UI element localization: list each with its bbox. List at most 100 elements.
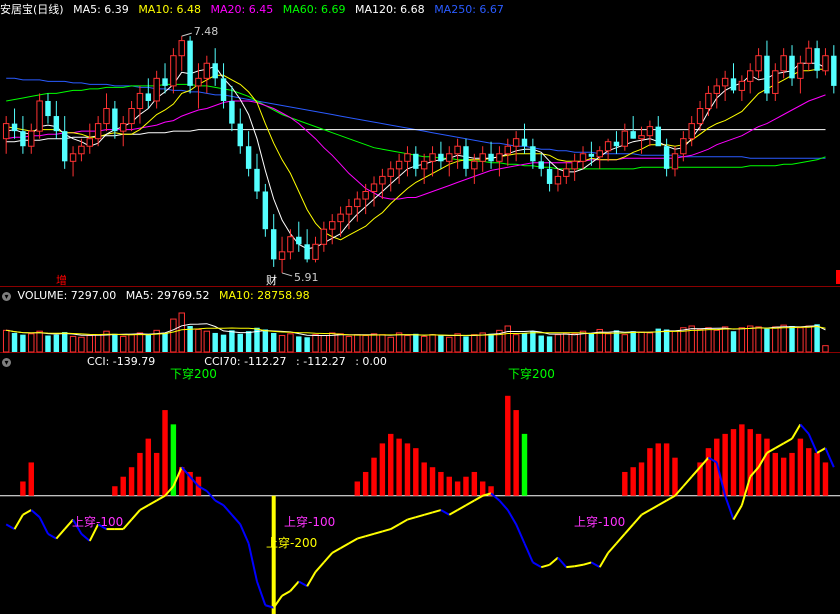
volume-bar-up — [120, 335, 127, 353]
volume-bar-down — [588, 332, 595, 352]
volume-bar-up — [370, 333, 378, 353]
volume-bar-up — [78, 336, 85, 353]
candle-body-up — [512, 138, 520, 147]
candle-body-up — [379, 175, 386, 185]
collapse-icon[interactable]: ▾ — [2, 291, 11, 301]
volume-bar-up — [387, 336, 394, 353]
cci-bar — [20, 481, 26, 496]
candle-body-up — [178, 40, 185, 57]
cci-annotation: 上穿-100 — [72, 514, 123, 529]
candle-body-up — [504, 145, 511, 155]
low-price-label: 5.91 — [294, 271, 319, 284]
candle-body-down — [229, 100, 235, 124]
candle-body-down — [45, 100, 51, 117]
candle-body-up — [86, 138, 93, 147]
candle-body-up — [420, 160, 428, 170]
cci-bar — [655, 443, 661, 496]
cci-bar — [145, 438, 152, 496]
volume-bar-down — [463, 336, 469, 352]
vol-ma10-label: MA10: 28758.98 — [218, 289, 310, 302]
volume-bar-up — [504, 325, 511, 353]
ma250-label: MA250: 6.67 — [434, 3, 504, 16]
volume-bar-up — [822, 345, 829, 353]
event-marker: 财 — [266, 273, 277, 287]
candle-body-down — [262, 191, 269, 230]
volume-bar-down — [229, 330, 235, 352]
volume-bar-down — [789, 326, 795, 352]
stock-title[interactable]: 安居宝(日线) — [0, 3, 64, 16]
cci-bar — [471, 471, 478, 496]
candle-body-down — [296, 236, 302, 245]
high-price-label: 7.48 — [194, 25, 219, 38]
cci-bar — [120, 476, 126, 496]
collapse-icon[interactable]: ▾ — [2, 357, 11, 367]
candle-body-up — [496, 153, 503, 162]
cci-bar — [128, 467, 135, 496]
candle-body-up — [646, 126, 654, 137]
volume-bar-down — [663, 329, 670, 352]
candle-body-up — [688, 123, 695, 140]
cci-bar — [814, 452, 820, 496]
volume-bar-down — [237, 333, 243, 352]
cci-bar — [780, 457, 787, 496]
cci-bar — [764, 438, 770, 496]
volume-bar-up — [320, 335, 328, 353]
cci-bar — [797, 438, 804, 496]
volume-bar-down — [413, 333, 419, 352]
candle-body-up — [738, 80, 746, 91]
volume-bar-down — [145, 333, 152, 352]
volume-bar-up — [705, 327, 712, 353]
candle-body-up — [721, 77, 729, 87]
candle-body-up — [69, 153, 77, 162]
volume-bar-up — [362, 335, 369, 353]
volume-bar-up — [170, 318, 177, 353]
volume-bar-up — [28, 333, 35, 353]
candle-body-up — [320, 228, 328, 245]
cci-bar — [137, 452, 143, 496]
candle-body-up — [312, 243, 319, 260]
cci-zero-label: : 0.00 — [355, 355, 387, 368]
cci-bar — [647, 448, 653, 496]
candle-body-up — [755, 55, 762, 72]
candle-body-up — [337, 213, 344, 223]
candle-body-down — [588, 153, 595, 157]
candle-body-down — [61, 131, 68, 162]
candle-body-up — [596, 150, 603, 158]
event-marker: 增 — [56, 273, 67, 287]
candle-body-down — [730, 78, 737, 91]
cci-bar — [479, 481, 486, 496]
volume-bar-down — [538, 335, 544, 352]
volume-bar-up — [621, 334, 629, 353]
volume-bar-up — [94, 334, 102, 353]
candle-body-up — [287, 236, 294, 253]
volume-bar-up — [755, 326, 762, 353]
volume-bar-up — [429, 334, 436, 353]
vol-ma5-label: MA5: 29769.52 — [125, 289, 210, 302]
volume-bar-up — [354, 334, 361, 353]
volume-bar-down — [162, 332, 168, 352]
cci-bar — [429, 467, 436, 496]
candle-body-down — [11, 123, 18, 132]
volume-bar-up — [671, 330, 679, 353]
cci-bar — [663, 443, 670, 496]
candle-body-up — [136, 92, 144, 110]
cci-annotation: 下穿200 — [508, 366, 555, 381]
candle-body-down — [663, 146, 670, 169]
volume-legend: ▾ VOLUME: 7297.00 MA5: 29769.52 MA10: 28… — [0, 288, 316, 304]
volume-bar-down — [530, 331, 536, 352]
volume-bar-down — [730, 331, 737, 352]
candle-body-down — [20, 131, 26, 147]
volume-bar-up — [646, 332, 654, 353]
volume-bar-up — [713, 329, 720, 353]
volume-bar-up — [446, 336, 453, 353]
candle-body-down — [254, 168, 260, 192]
volume-bar-down — [262, 329, 269, 352]
candle-body-down — [53, 116, 60, 132]
cci-bar — [388, 433, 394, 496]
candle-body-up — [28, 130, 35, 147]
volume-bar-down — [212, 332, 218, 352]
volume-bar-up — [420, 335, 428, 353]
candle-body-down — [145, 93, 152, 101]
chart-canvas: 7.485.91增财 下穿200 下穿200上穿-100 上穿-100 上穿-100上… — [0, 0, 840, 614]
volume-bar-down — [521, 332, 528, 352]
